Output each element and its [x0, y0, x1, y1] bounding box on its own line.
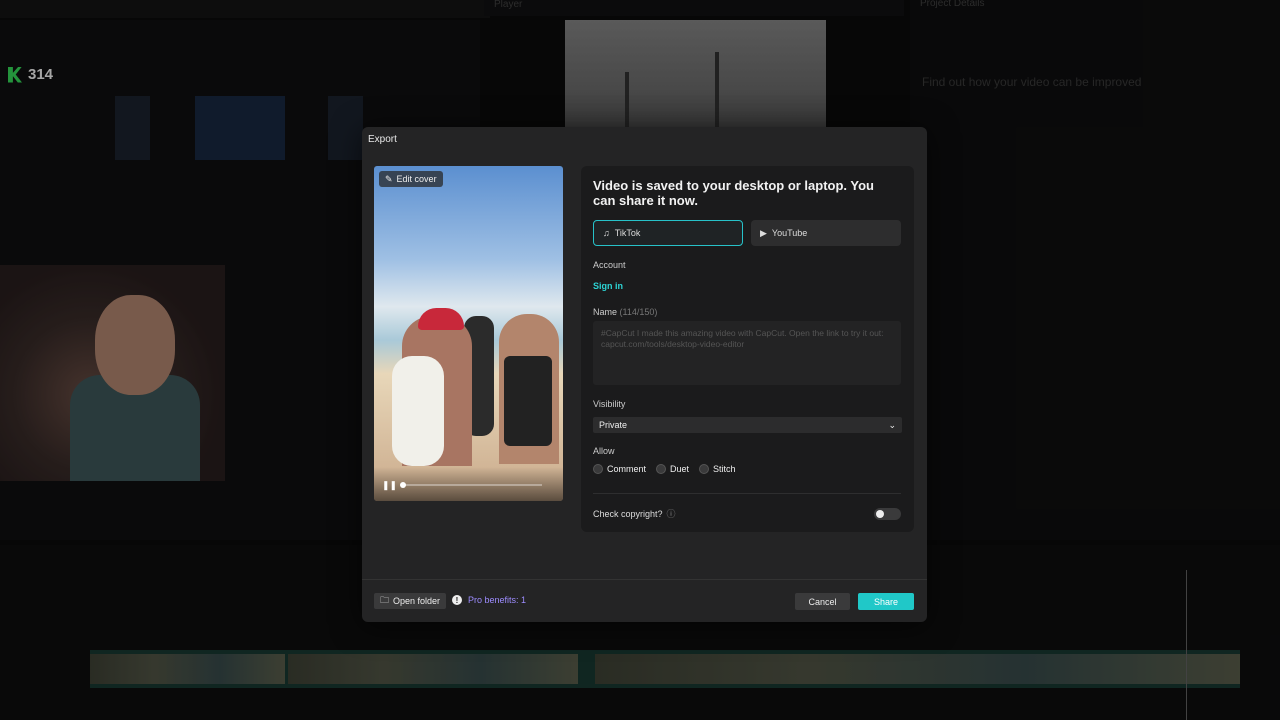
cover-cap [418, 308, 464, 330]
name-label: Name (114/150) [593, 307, 657, 317]
share-panel: Video is saved to your desktop or laptop… [581, 166, 914, 532]
allow-option-label: Comment [607, 464, 647, 474]
allow-comment-checkbox[interactable]: Comment [593, 464, 646, 474]
footer-divider [362, 579, 927, 580]
checkbox-icon [593, 464, 603, 474]
allow-option-label: Duet [670, 464, 690, 474]
sign-in-link[interactable]: Sign in [593, 281, 623, 291]
open-folder-button[interactable]: 🗀 Open folder [374, 593, 447, 609]
allow-label: Allow [593, 446, 615, 456]
share-title: Video is saved to your desktop or laptop… [593, 178, 874, 208]
name-textarea[interactable]: #CapCut I made this amazing video with C… [593, 321, 901, 385]
video-controls: ❚❚ [374, 467, 563, 501]
allow-duet-checkbox[interactable]: Duet [656, 464, 689, 474]
edit-cover-button[interactable]: ✎ Edit cover [379, 171, 443, 187]
visibility-select[interactable]: Private ⌄ [593, 417, 902, 433]
account-label: Account [593, 260, 626, 270]
folder-icon: 🗀 [380, 595, 390, 605]
visibility-label: Visibility [593, 399, 626, 409]
pencil-icon: ✎ [385, 173, 393, 184]
allow-stitch-checkbox[interactable]: Stitch [699, 464, 736, 474]
pro-benefits[interactable]: ! Pro benefits: 1 [452, 595, 526, 605]
checkbox-icon [699, 464, 710, 474]
help-icon[interactable]: ⓘ [667, 507, 676, 520]
visibility-value: Private [599, 420, 628, 430]
copyright-row: Check copyright? ⓘ [593, 507, 676, 520]
info-icon: ! [452, 595, 462, 605]
cover-vest [504, 356, 552, 446]
youtube-icon: ▶ [760, 227, 767, 238]
name-count: (114/150) [619, 307, 658, 317]
platform-youtube[interactable]: ▶ YouTube [751, 220, 901, 246]
video-scrubber[interactable] [400, 482, 542, 488]
chevron-down-icon: ⌄ [888, 419, 896, 430]
tiktok-icon: ♫ [603, 228, 610, 238]
divider [593, 493, 901, 494]
allow-options: Comment Duet Stitch [593, 464, 736, 474]
scrubber-knob[interactable] [400, 482, 406, 488]
copyright-label: Check copyright? [593, 508, 663, 519]
platform-tiktok[interactable]: ♫ TikTok [593, 220, 743, 246]
dialog-title: Export [368, 134, 397, 145]
share-button[interactable]: Share [858, 593, 914, 610]
platform-label: YouTube [771, 228, 808, 238]
platform-label: TikTok [614, 228, 641, 238]
pro-benefits-label: Pro benefits: 1 [468, 595, 527, 605]
cover-towel [392, 356, 444, 466]
edit-cover-label: Edit cover [396, 174, 437, 184]
pause-icon[interactable]: ❚❚ [382, 480, 397, 491]
open-folder-label: Open folder [393, 596, 441, 606]
checkbox-icon [656, 464, 667, 474]
cancel-button[interactable]: Cancel [795, 593, 850, 610]
name-label-text: Name [593, 307, 618, 317]
export-dialog: Export ✎ Edit cover ❚❚ Video is saved to… [362, 127, 927, 622]
video-cover: ✎ Edit cover ❚❚ [374, 166, 563, 501]
toggle-knob [876, 510, 884, 518]
allow-option-label: Stitch [713, 464, 736, 474]
copyright-toggle[interactable] [874, 508, 901, 520]
